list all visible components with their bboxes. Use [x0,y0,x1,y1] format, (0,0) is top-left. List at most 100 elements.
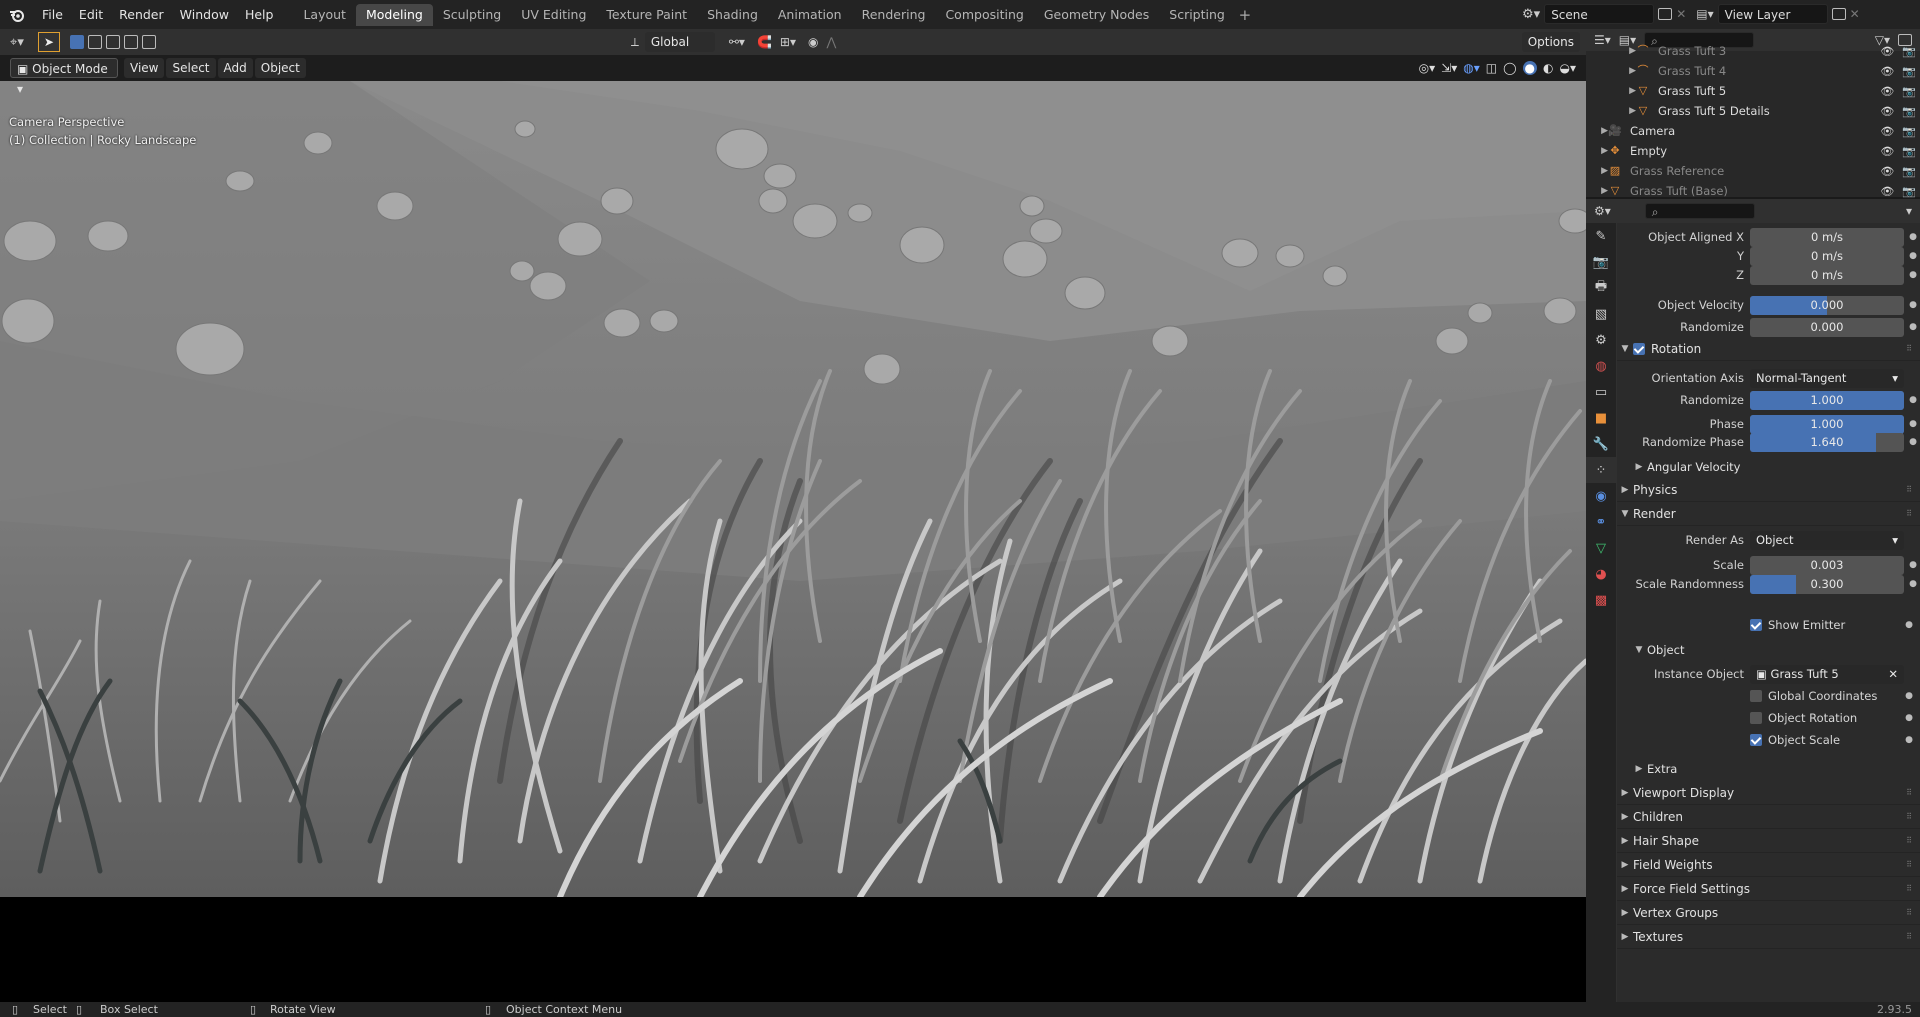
new-view-layer-icon[interactable] [1831,8,1846,20]
scene-tab-icon[interactable]: ⚙ [1586,327,1616,353]
keyframe-dot-icon[interactable]: ● [1908,251,1918,261]
drag-handle-icon[interactable]: ⠿ [1906,908,1912,917]
snap-icon[interactable]: 🧲 [757,35,772,49]
eye-icon[interactable]: 👁 [1880,45,1894,58]
expand-icon[interactable]: ▶ [1586,126,1608,136]
rotation-randomize-slider[interactable]: 1.000 [1750,390,1904,410]
outliner-item-label[interactable]: Grass Reference [1630,164,1724,178]
tab-geometry-nodes[interactable]: Geometry Nodes [1034,4,1159,26]
eye-icon[interactable]: 👁 [1880,105,1894,118]
camera-render-icon[interactable]: 📷 [1902,65,1916,78]
gizmo-icon[interactable]: ⇲▾ [1441,61,1457,75]
keyframe-dot-icon[interactable]: ● [1908,300,1918,310]
keyframe-dot-icon[interactable]: ● [1904,620,1914,630]
render-tab-icon[interactable]: 📷 [1586,249,1616,275]
outliner-item-label[interactable]: Grass Tuft 3 [1658,44,1726,58]
eye-icon[interactable]: 👁 [1880,125,1894,138]
scene-field[interactable]: Scene [1544,4,1655,24]
outliner-row[interactable]: ▶ ⌒ Grass Tuft 3 👁 📷 [1586,41,1920,61]
drag-handle-icon[interactable]: ⠿ [1906,860,1912,869]
physics-panel-header[interactable]: ▶ Physics ⠿ [1617,478,1920,502]
texture-tab-icon[interactable]: ▩ [1586,587,1616,613]
menu-add[interactable]: Add [217,58,253,78]
angular-velocity-subpanel[interactable]: ▶ Angular Velocity [1617,455,1920,479]
physics-tab-icon[interactable]: ◉ [1586,483,1616,509]
keyframe-dot-icon[interactable]: ● [1904,691,1914,701]
scale-randomness-slider[interactable]: 0.300 [1750,574,1904,594]
eye-icon[interactable]: 👁 [1880,85,1894,98]
xray-icon[interactable]: ◫ [1486,61,1497,75]
object-velocity-slider[interactable]: 0.000 [1750,295,1904,315]
object-aligned-z-field[interactable]: 0 m/s [1750,265,1904,285]
tool-tab-icon[interactable]: ✎ [1586,223,1616,249]
menu-view[interactable]: View [124,58,165,78]
outliner-item-label[interactable]: Empty [1630,144,1667,158]
object-scale-checkbox[interactable] [1750,734,1762,746]
camera-render-icon[interactable]: 📷 [1902,165,1916,178]
add-workspace-button[interactable]: + [1235,6,1255,24]
expand-icon[interactable]: ▶ [1586,86,1636,96]
object-aligned-y-field[interactable]: 0 m/s [1750,246,1904,266]
expand-icon[interactable]: ▶ [1586,106,1636,116]
modifier-tab-icon[interactable]: 🔧 [1586,431,1616,457]
expand-icon[interactable]: ▶ [1586,186,1608,196]
wireframe-shading-icon[interactable]: ◯ [1503,61,1516,75]
outliner-item-label[interactable]: Grass Tuft 4 [1658,64,1726,78]
render-panel-header[interactable]: ▼ Render ⠿ [1617,502,1920,526]
orientation-axis-dropdown[interactable]: Normal-Tangent ▾ [1750,368,1904,388]
camera-render-icon[interactable]: 📷 [1902,185,1916,198]
outliner-row[interactable]: ▶ ▽ Grass Tuft (Base) 👁 📷 [1586,181,1920,201]
phase-slider[interactable]: 1.000 [1750,414,1904,434]
tab-compositing[interactable]: Compositing [935,4,1033,26]
panel-header[interactable]: ▶ Field Weights ⠿ [1617,853,1920,877]
render-as-dropdown[interactable]: Object ▾ [1750,530,1904,550]
camera-render-icon[interactable]: 📷 [1902,85,1916,98]
randomize-phase-slider[interactable]: 1.640 [1750,432,1904,452]
options-chevron-icon[interactable]: ▾ [1906,204,1912,218]
panel-header[interactable]: ▶ Vertex Groups ⠿ [1617,901,1920,925]
outliner-item-label[interactable]: Grass Tuft (Base) [1630,184,1728,198]
keyframe-dot-icon[interactable]: ● [1908,232,1918,242]
expand-icon[interactable]: ▶ [1586,46,1636,56]
editor-type-icon[interactable]: ⌖▾ [10,35,24,50]
clear-icon[interactable]: ✕ [1888,665,1898,684]
constraints-tab-icon[interactable]: ⚭ [1586,509,1616,535]
rotation-checkbox[interactable] [1633,342,1645,355]
falloff-icon[interactable]: ⋀ [826,35,836,49]
panel-header[interactable]: ▶ Force Field Settings ⠿ [1617,877,1920,901]
data-tab-icon[interactable]: ▽ [1586,535,1616,561]
extra-subpanel-header[interactable]: ▶ Extra [1617,757,1920,781]
outliner-row[interactable]: ▶ ✥ Empty 👁 📷 [1586,141,1920,161]
properties-editor-icon[interactable]: ⚙▾ [1594,204,1611,218]
camera-render-icon[interactable]: 📷 [1902,125,1916,138]
solid-shading-icon[interactable]: ● [1522,61,1538,75]
panel-header[interactable]: ▶ Viewport Display ⠿ [1617,781,1920,805]
drag-handle-icon[interactable]: ⠿ [1906,788,1912,797]
overlays-icon[interactable]: ◍▾ [1463,61,1480,75]
object-tab-icon[interactable]: ■ [1586,405,1616,431]
outliner-row[interactable]: ▶ ▽ Grass Tuft 5 👁 📷 [1586,81,1920,101]
camera-render-icon[interactable]: 📷 [1902,145,1916,158]
drag-handle-icon[interactable]: ⠿ [1906,932,1912,941]
object-subpanel-header[interactable]: ▼ Object [1617,638,1920,662]
camera-render-icon[interactable]: 📷 [1902,105,1916,118]
outliner-item-label[interactable]: Camera [1630,124,1675,138]
transform-orientation-dropdown[interactable]: ⟂ Global [631,32,715,52]
scene-icon[interactable]: ⚙▾ [1522,7,1540,22]
blender-logo-icon[interactable] [0,0,34,29]
tab-shading[interactable]: Shading [697,4,768,26]
object-aligned-x-field[interactable]: 0 m/s [1750,227,1904,247]
select-mode-icons[interactable] [69,35,156,49]
eye-icon[interactable]: 👁 [1880,165,1894,178]
options-dropdown[interactable]: Options [1521,32,1580,52]
expand-icon[interactable]: ▶ [1586,166,1608,176]
keyframe-dot-icon[interactable]: ● [1904,735,1914,745]
tab-animation[interactable]: Animation [768,4,852,26]
close-view-layer-icon[interactable]: ✕ [1850,7,1860,21]
world-tab-icon[interactable]: ◍ [1586,353,1616,379]
randomize-velocity-field[interactable]: 0.000 [1750,317,1904,337]
visibility-icon[interactable]: ◎▾ [1419,61,1436,75]
instance-object-field[interactable]: ▣ Grass Tuft 5 ✕ [1750,664,1904,684]
rendered-shading-icon[interactable]: ◒▾ [1560,61,1577,75]
object-rotation-checkbox[interactable] [1750,712,1762,724]
